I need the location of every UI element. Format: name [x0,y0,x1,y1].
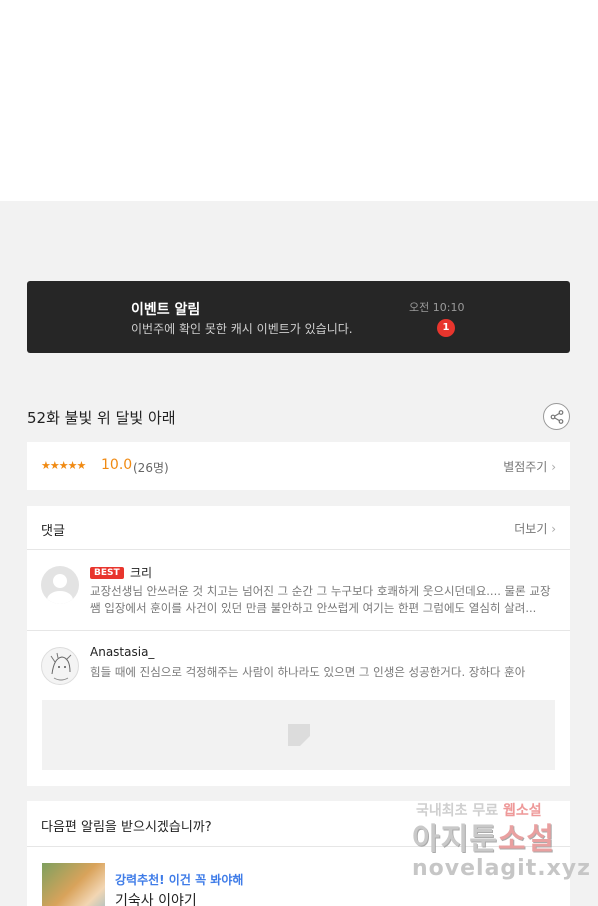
star-rating-icon: ★★★★★ [41,459,86,472]
default-user-icon [47,574,73,604]
notice-header: 다음편 알림을 받으시겠습니까? [27,801,570,847]
comments-title: 댓글 [41,524,65,539]
notification-count-badge: 1 [437,319,455,337]
best-badge: BEST [90,567,124,579]
banner-time: 오전 10:10 [409,301,465,314]
ad-placeholder [42,700,555,770]
banner-message: 이번주에 확인 못한 캐시 이벤트가 있습니다. [131,322,353,336]
comment-author: 크리 [130,566,153,580]
share-button[interactable] [543,403,570,430]
comments-section: 댓글 더보기 › BEST 크리 교장선생님 안쓰러운 것 치고는 넘어진 그 … [27,506,570,786]
comment-text: 교장선생님 안쓰러운 것 치고는 넘어진 그 순간 그 누구보다 호쾌하게 웃으… [90,584,551,615]
rating-count: (26명) [133,461,169,475]
recommendation-thumbnail[interactable] [42,863,105,906]
user-drawing-icon [50,652,72,681]
event-notification-banner[interactable]: 이벤트 알림 이번주에 확인 못한 캐시 이벤트가 있습니다. 오전 10:10… [27,281,570,353]
blank-content-area [0,0,598,201]
image-placeholder-icon [287,724,310,746]
rating-score: 10.0 [101,457,133,473]
banner-title: 이벤트 알림 [131,302,201,318]
comment-item[interactable]: BEST 크리 교장선생님 안쓰러운 것 치고는 넘어진 그 순간 그 누구보다… [27,551,570,631]
share-icon [550,409,563,424]
recommendation-tag: 강력추천! 이건 꼭 봐야해 [115,873,244,887]
chevron-right-icon: › [551,460,556,474]
chevron-right-icon: › [551,522,556,536]
rate-button[interactable]: 별점주기 › [503,458,556,475]
avatar [41,566,79,604]
recommendation-title[interactable]: 기숙사 이야기 [115,890,197,906]
comment-text: 힘들 때에 진심으로 걱정해주는 사람이 하나라도 있으면 그 인생은 성공한거… [90,665,526,679]
comment-author: Anastasia_ [90,645,155,659]
avatar [41,647,79,685]
rate-button-label: 별점주기 [503,460,548,474]
next-episode-notice: 다음편 알림을 받으시겠습니까? 강력추천! 이건 꼭 봐야해 기숙사 이야기 [27,801,570,906]
comments-more-button[interactable]: 더보기 › [514,520,556,537]
rating-card: ★★★★★ 10.0 (26명) 별점주기 › [27,442,570,490]
comments-header: 댓글 더보기 › [27,506,570,550]
notice-question: 다음편 알림을 받으시겠습니까? [41,820,212,835]
comment-item[interactable]: Anastasia_ 힘들 때에 진심으로 걱정해주는 사람이 하나라도 있으면… [27,632,570,692]
comments-more-label: 더보기 [514,522,548,536]
episode-title: 52화 불빛 위 달빛 아래 [27,409,176,427]
